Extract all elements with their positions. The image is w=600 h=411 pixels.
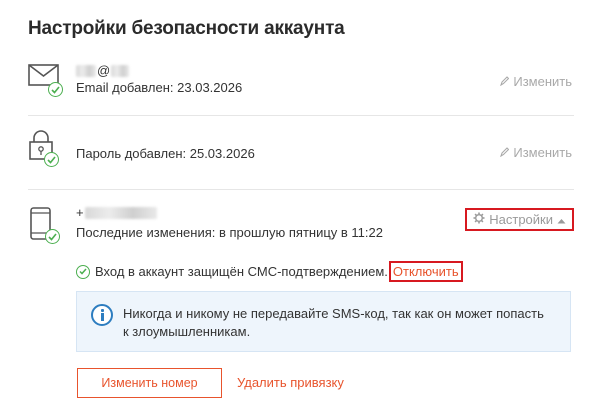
change-number-button[interactable]: Изменить номер [77,368,222,398]
masked-email: @ [76,63,130,78]
check-circle-icon [76,264,90,279]
verified-check-icon [45,229,60,244]
pencil-icon [500,74,510,89]
phone-last-changes: Последние изменения: в прошлую пятницу в… [76,225,383,240]
info-icon [91,304,113,326]
remove-binding-link[interactable]: Удалить привязку [237,375,344,390]
sms-warning-box: Никогда и никому не передавайте SMS-код,… [76,291,571,352]
gear-icon [473,212,485,227]
email-icon [28,62,64,102]
sms-protection-status: Вход в аккаунт защищён СМС-подтверждение… [76,261,463,282]
email-row: @ Email добавлен: 23.03.2026 Изменить [28,56,574,106]
pencil-icon [500,145,510,160]
page-title: Настройки безопасности аккаунта [28,18,345,39]
phone-settings-toggle[interactable]: Настройки [465,208,574,231]
masked-phone: + [76,205,157,220]
lock-icon [28,129,64,169]
verified-check-icon [44,152,59,167]
caret-up-icon [557,212,566,227]
disable-sms-link[interactable]: Отключить [388,261,463,282]
password-row: Пароль добавлен: 25.03.2026 Изменить [28,125,574,175]
edit-password-link[interactable]: Изменить [500,145,572,160]
sms-warning-text: Никогда и никому не передавайте SMS-код,… [123,306,544,339]
edit-email-link[interactable]: Изменить [500,74,572,89]
divider [28,189,574,190]
phone-icon [28,207,64,247]
email-added-date: Email добавлен: 23.03.2026 [76,80,243,95]
verified-check-icon [48,82,63,97]
password-added-date: Пароль добавлен: 25.03.2026 [76,146,255,161]
divider [28,115,574,116]
